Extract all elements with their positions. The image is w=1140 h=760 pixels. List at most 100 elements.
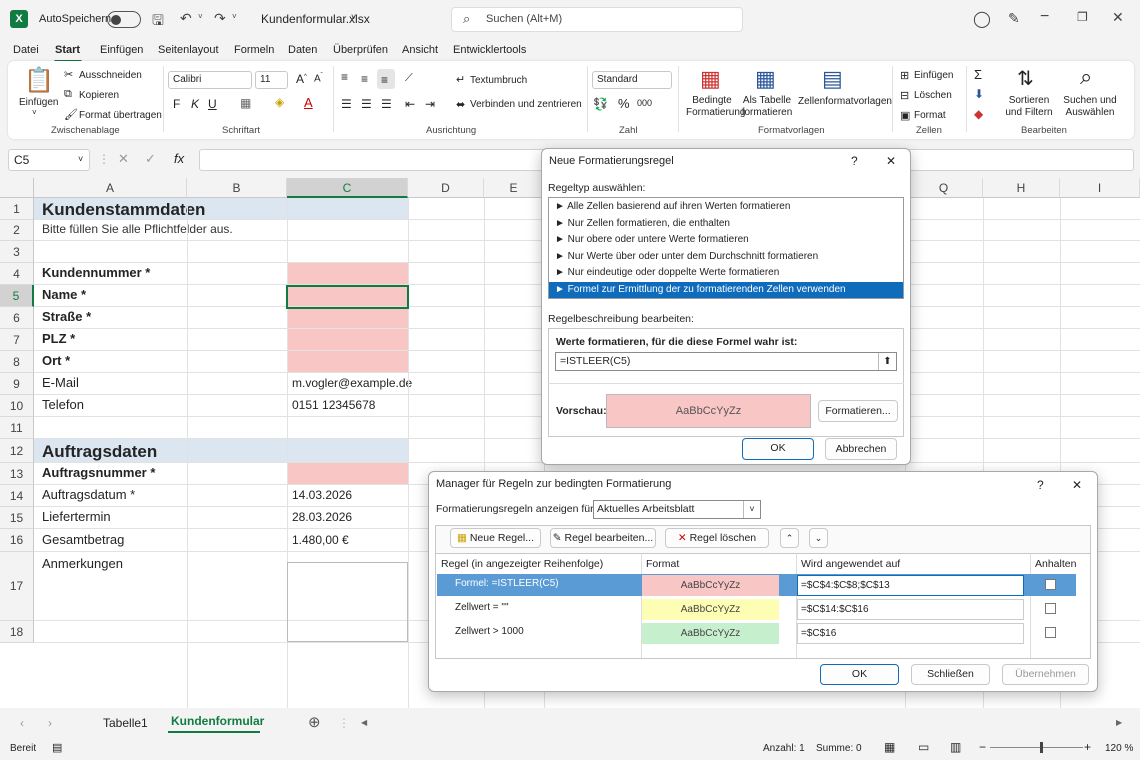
accessibility-icon[interactable]: ▤	[52, 741, 62, 754]
manager-close-button[interactable]: Schließen	[911, 664, 990, 685]
find-select-button[interactable]: Suchen und Auswählen	[1062, 95, 1118, 119]
align-right-icon[interactable]: ☰	[381, 97, 392, 111]
normal-view-icon[interactable]: ▦	[884, 740, 895, 754]
orientation-icon[interactable]: ⟋	[405, 72, 413, 85]
cell-a14[interactable]: Auftragsdatum *	[42, 487, 135, 502]
stop-if-true-checkbox[interactable]	[1045, 603, 1056, 614]
delete-cells-button[interactable]: Löschen	[914, 90, 952, 101]
cut-button[interactable]: Ausschneiden	[79, 70, 142, 81]
cell-a15[interactable]: Liefertermin	[42, 509, 111, 524]
decrease-indent-icon[interactable]: ⇤	[405, 97, 415, 111]
required-cell[interactable]	[287, 263, 408, 285]
namebox-dropdown-icon[interactable]: ˅	[78, 154, 83, 164]
required-cell[interactable]	[287, 329, 408, 351]
move-up-icon[interactable]: ⌃	[780, 528, 799, 548]
edit-rule-button[interactable]: ✎ Regel bearbeiten...	[550, 528, 656, 548]
tab-start[interactable]: Start	[55, 44, 80, 56]
cell-c9[interactable]: m.vogler@example.de	[292, 376, 412, 390]
row-header[interactable]: 11	[0, 417, 34, 439]
chevron-down-icon[interactable]: ˅	[743, 501, 760, 518]
format-as-table-button[interactable]: Als Tabelle formatieren	[741, 95, 793, 119]
row-header[interactable]: 12	[0, 439, 34, 463]
underline-button[interactable]: U	[208, 97, 217, 111]
format-as-table-icon[interactable]: ▦	[755, 66, 776, 92]
zoom-level[interactable]: 120 %	[1105, 743, 1133, 754]
col-header-c[interactable]: C	[287, 178, 408, 198]
add-sheet-icon[interactable]: ⊕	[308, 713, 321, 731]
select-all-corner[interactable]	[0, 178, 34, 198]
cell-a6[interactable]: Straße *	[42, 309, 91, 324]
row-header[interactable]: 18	[0, 621, 34, 643]
row-header[interactable]: 5	[0, 285, 34, 307]
row-header[interactable]: 9	[0, 373, 34, 395]
cell-c10[interactable]: 0151 12345678	[292, 398, 375, 412]
new-rule-button[interactable]: ▦ Neue Regel...	[450, 528, 541, 548]
col-header-q[interactable]: Q	[905, 178, 983, 198]
chevron-down-icon[interactable]: ˅	[351, 12, 356, 22]
rule-type-item[interactable]: ► Nur Werte über oder unter dem Durchsch…	[549, 249, 903, 265]
cell-a2[interactable]: Bitte füllen Sie alle Pflichtfelder aus.	[42, 222, 233, 236]
applies-to-field[interactable]: =$C$16	[797, 623, 1024, 644]
row-header[interactable]: 14	[0, 485, 34, 507]
undo-dropdown-icon[interactable]: ˅	[198, 12, 203, 21]
cell-a4[interactable]: Kundennummer *	[42, 265, 150, 280]
applies-to-field[interactable]: =$C$14:$C$16	[797, 599, 1024, 620]
row-header[interactable]: 3	[0, 241, 34, 263]
row-header[interactable]: 8	[0, 351, 34, 373]
delete-rule-button[interactable]: ✕ Regel löschen	[665, 528, 769, 548]
format-painter-button[interactable]: Format übertragen	[79, 110, 162, 121]
undo-icon[interactable]: ↶	[180, 10, 192, 27]
rule-type-item[interactable]: ► Alle Zellen basierend auf ihren Werten…	[549, 199, 903, 215]
borders-icon[interactable]: ▦	[240, 96, 251, 110]
stop-if-true-checkbox[interactable]	[1045, 579, 1056, 590]
percent-button[interactable]: %	[618, 96, 630, 111]
redo-icon[interactable]: ↷	[214, 10, 226, 27]
cell-a16[interactable]: Gesamtbetrag	[42, 532, 124, 547]
tab-daten[interactable]: Daten	[288, 44, 317, 56]
currency-icon[interactable]: 💱	[593, 97, 608, 111]
required-cell[interactable]	[287, 463, 408, 485]
zoom-slider-thumb[interactable]	[1040, 742, 1043, 753]
shrink-font-icon[interactable]: Aˇ	[314, 73, 323, 84]
tab-formeln[interactable]: Formeln	[234, 44, 274, 56]
fill-icon[interactable]: ⬇	[974, 87, 984, 101]
cell-a9[interactable]: E-Mail	[42, 375, 79, 390]
italic-button[interactable]: K	[191, 97, 199, 111]
cell-c16[interactable]: 1.480,00 €	[292, 533, 349, 547]
insert-cells-button[interactable]: Einfügen	[914, 70, 953, 81]
collapse-dialog-icon[interactable]: ⬆	[878, 353, 896, 370]
merge-center-button[interactable]: Verbinden und zentrieren	[470, 99, 582, 110]
account-icon[interactable]: ◯	[973, 9, 991, 29]
row-header[interactable]: 16	[0, 529, 34, 552]
sort-filter-icon[interactable]: ⇅	[1017, 66, 1034, 91]
cancel-button[interactable]: Abbrechen	[825, 438, 897, 460]
cell-c14[interactable]: 14.03.2026	[292, 488, 352, 502]
close-icon[interactable]: ✕	[1072, 478, 1082, 492]
tab-ansicht[interactable]: Ansicht	[402, 44, 438, 56]
clear-icon[interactable]: ◆	[974, 107, 983, 121]
merge-icon[interactable]: ⬌	[456, 98, 465, 111]
tab-entwicklertools[interactable]: Entwicklertools	[453, 44, 526, 56]
cell-a7[interactable]: PLZ *	[42, 331, 75, 346]
manager-ok-button[interactable]: OK	[820, 664, 899, 685]
cell-c15[interactable]: 28.03.2026	[292, 510, 352, 524]
hscroll-right-icon[interactable]: ▶	[1116, 718, 1122, 727]
autosave-toggle[interactable]	[107, 11, 141, 28]
cut-icon[interactable]: ✂	[64, 68, 73, 81]
ok-button[interactable]: OK	[742, 438, 814, 460]
show-rules-select[interactable]: Aktuelles Arbeitsblatt	[593, 500, 761, 519]
close-icon[interactable]: ✕	[886, 154, 896, 168]
formula-field[interactable]: =ISTLEER(C5)	[555, 352, 897, 371]
bold-button[interactable]: F	[173, 97, 180, 111]
redo-dropdown-icon[interactable]: ˅	[232, 12, 237, 21]
row-header[interactable]: 10	[0, 395, 34, 417]
rule-type-item[interactable]: ► Nur eindeutige oder doppelte Werte for…	[549, 265, 903, 281]
increase-indent-icon[interactable]: ⇥	[425, 97, 435, 111]
align-bottom-icon[interactable]: ≡	[381, 73, 388, 87]
cell-a1[interactable]: Kundenstammdaten	[42, 200, 205, 220]
row-header[interactable]: 17	[0, 552, 34, 621]
font-color-icon[interactable]: A	[304, 95, 313, 110]
sort-filter-button[interactable]: Sortieren und Filtern	[1000, 95, 1058, 119]
cell-styles-button[interactable]: Zellenformatvorlagen	[798, 96, 892, 107]
applies-to-field[interactable]: =$C$4:$C$8;$C$13	[797, 575, 1024, 596]
